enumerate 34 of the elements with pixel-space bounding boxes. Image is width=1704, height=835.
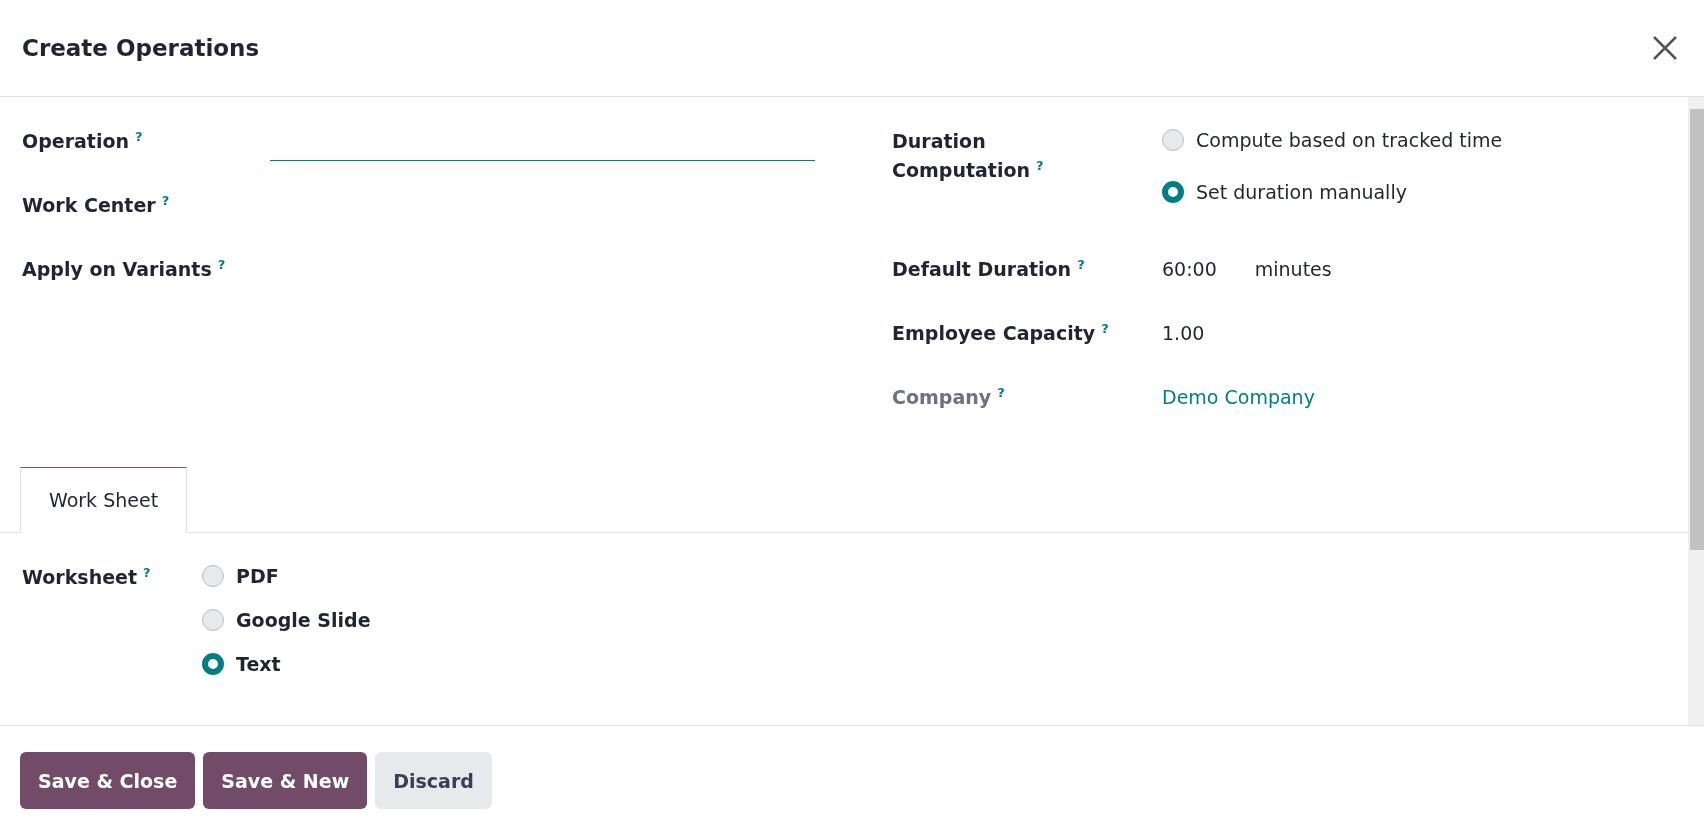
discard-button[interactable]: Discard <box>375 752 492 809</box>
radio-icon[interactable] <box>202 609 224 631</box>
field-label: Company $^{?}$ <box>892 384 1006 411</box>
field-label: Apply on Variants $^{?}$ <box>22 256 227 283</box>
save-button[interactable]: Save & New <box>203 752 368 809</box>
help-mark[interactable]: ? <box>135 129 143 144</box>
field-label: Employee Capacity $^{?}$ <box>892 320 1110 347</box>
save-button[interactable]: Save & Close <box>20 752 196 809</box>
field-label: Duration Computation $^{?}$ <box>892 129 1045 184</box>
field-value: 1.00 <box>1162 321 1205 346</box>
help-mark[interactable]: ? <box>1036 158 1044 174</box>
dialog-title: Create Operations <box>22 35 260 61</box>
unit-label: minutes <box>1254 257 1332 282</box>
help-mark[interactable]: ? <box>1077 257 1085 272</box>
help-mark[interactable]: ? <box>143 565 151 580</box>
radio-icon[interactable] <box>202 653 224 675</box>
radio-option[interactable]: Google Slide <box>202 609 371 631</box>
scrollbar[interactable] <box>1688 97 1704 725</box>
radio-option[interactable]: Set duration manually <box>1162 181 1503 203</box>
radio-option[interactable]: Text <box>202 653 371 675</box>
field-label: Worksheet $^{?}$ <box>22 564 152 591</box>
radio-icon[interactable] <box>202 565 224 587</box>
field-value: 60:00 <box>1162 257 1217 282</box>
radio-icon[interactable] <box>1162 129 1184 151</box>
radio-option[interactable]: Compute based on tracked time <box>1162 129 1503 151</box>
field-label: Operation $^{?}$ <box>22 128 144 155</box>
tab[interactable]: Work Sheet <box>20 467 188 533</box>
field-label: Default Duration $^{?}$ <box>892 256 1086 283</box>
help-mark[interactable]: ? <box>1101 321 1109 336</box>
help-mark[interactable]: ? <box>161 193 170 208</box>
radio-option[interactable]: PDF <box>202 565 371 587</box>
field-label: Work Center $^{?}$ <box>22 192 171 219</box>
help-mark[interactable]: ? <box>217 257 226 272</box>
radio-icon[interactable] <box>1162 181 1184 203</box>
